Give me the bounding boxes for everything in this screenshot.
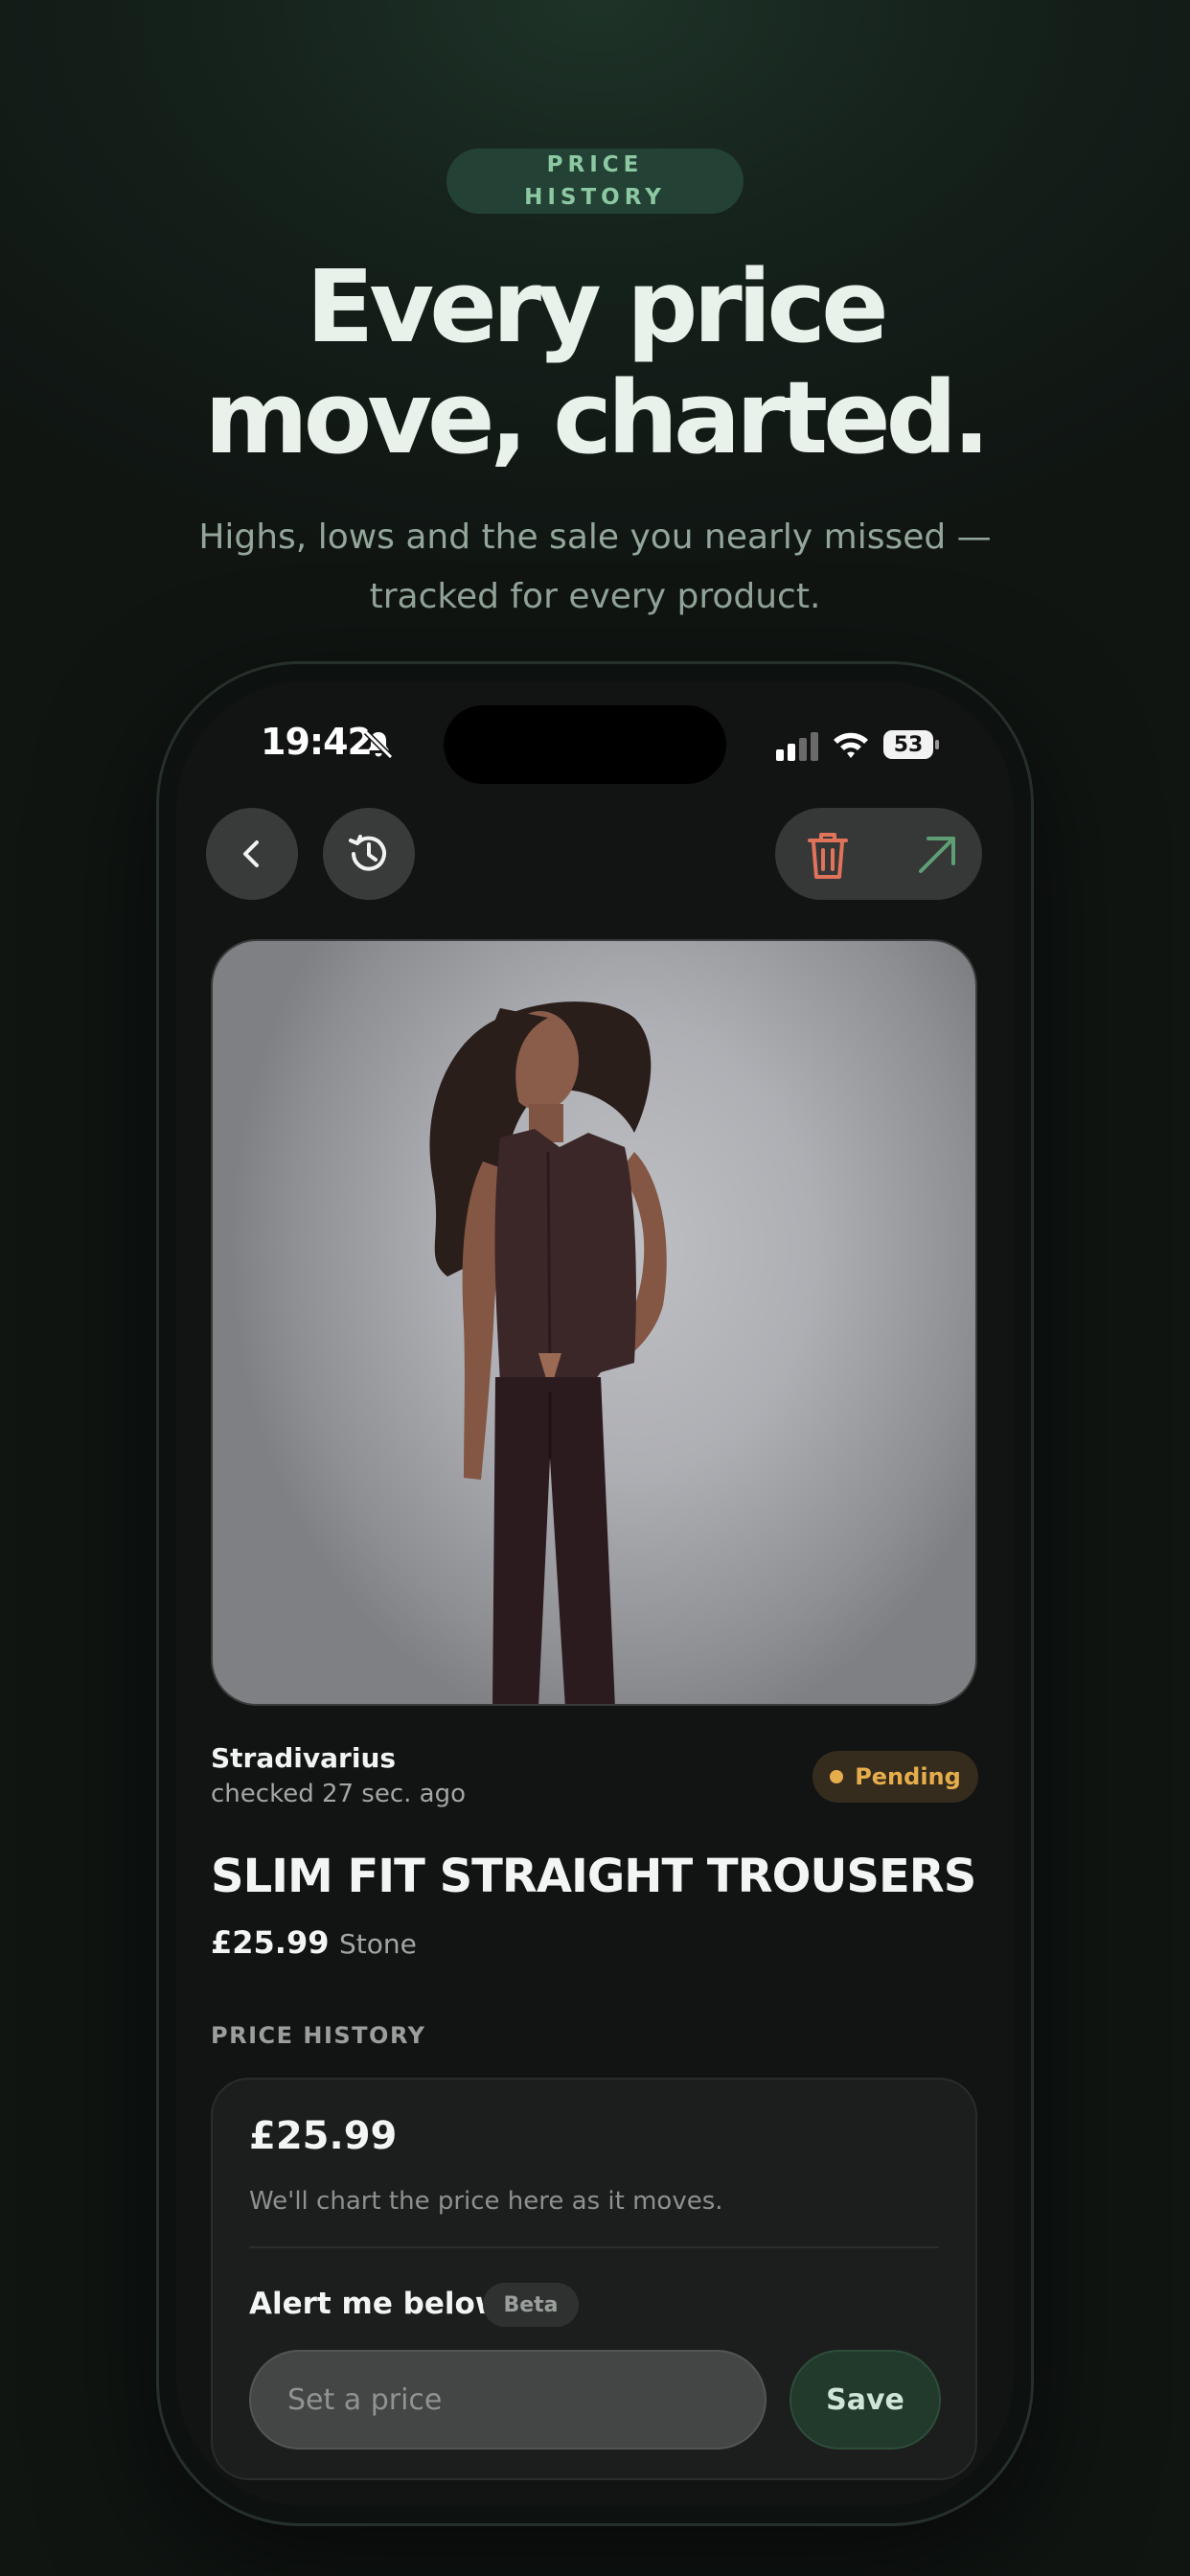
cellular-signal-icon (776, 732, 818, 761)
bell-slash-icon (363, 729, 394, 760)
beta-badge: Beta (483, 2283, 579, 2327)
battery-nub (935, 740, 939, 749)
eyebrow-text: PRICE HISTORY (524, 152, 666, 210)
trash-icon[interactable] (804, 829, 852, 881)
save-button[interactable]: Save (790, 2350, 941, 2450)
brand-name: Stradivarius (211, 1742, 397, 1774)
model-figure-illustration (429, 1001, 667, 1704)
dynamic-island (444, 705, 726, 784)
product-image (211, 939, 977, 1706)
battery-icon: 53 (883, 730, 939, 759)
subhead-line-2: tracked for every product. (369, 577, 821, 616)
battery-level: 53 (883, 730, 933, 759)
history-icon (349, 835, 386, 871)
headline: Every price move, charted. (0, 251, 1190, 473)
status-badge-label: Pending (855, 1763, 961, 1790)
product-title: SLIM FIT STRAIGHT TROUSERS (211, 1850, 976, 1903)
headline-line-2: move, charted. (204, 359, 990, 476)
history-button[interactable] (323, 808, 415, 900)
eyebrow-badge: PRICE HISTORY (446, 149, 744, 214)
alert-label: Alert me below (249, 2287, 503, 2321)
status-time: 19:42 (261, 721, 373, 763)
subheadline: Highs, lows and the sale you nearly miss… (163, 508, 1027, 627)
status-dot (830, 1770, 844, 1783)
wifi-icon (834, 732, 868, 758)
alert-price-input[interactable] (249, 2350, 767, 2450)
status-badge: Pending (812, 1751, 978, 1803)
last-checked: checked 27 sec. ago (211, 1780, 467, 1808)
chevron-left-icon (243, 840, 259, 867)
chart-placeholder-note: We'll chart the price here as it moves. (249, 2187, 723, 2216)
divider (249, 2246, 939, 2248)
action-pill (775, 808, 982, 900)
price-history-label: PRICE HISTORY (211, 2022, 426, 2049)
current-price: £25.99 (249, 2114, 398, 2158)
back-button[interactable] (206, 808, 298, 900)
headline-line-1: Every price (306, 248, 888, 365)
product-color: Stone (339, 1928, 417, 1960)
arrow-up-right-icon[interactable] (915, 833, 959, 877)
product-price: £25.99 (211, 1924, 330, 1961)
price-history-card: £25.99 We'll chart the price here as it … (211, 2078, 977, 2480)
subhead-line-1: Highs, lows and the sale you nearly miss… (198, 518, 992, 557)
